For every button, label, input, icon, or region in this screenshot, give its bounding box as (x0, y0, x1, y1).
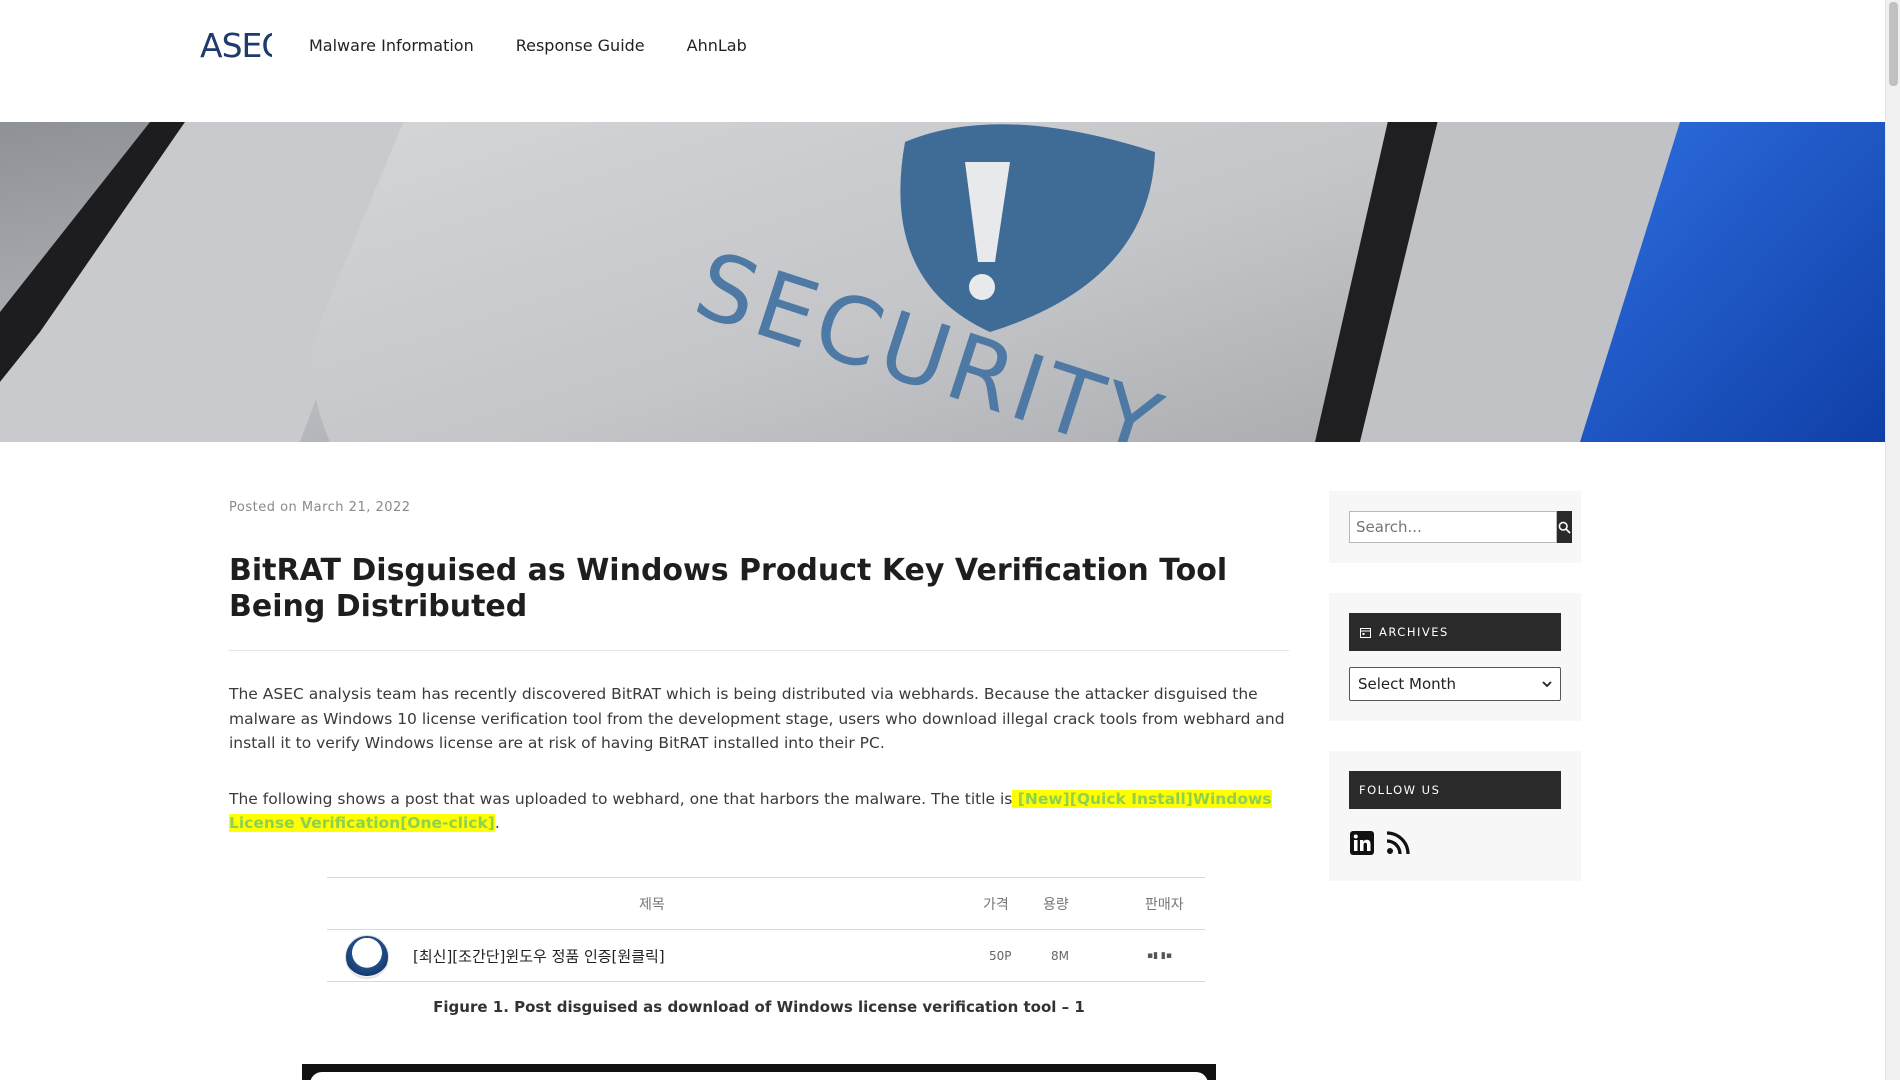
logo-text: ASEC (200, 28, 272, 62)
asec-logo[interactable]: ASEC (200, 28, 272, 62)
figure-1-caption: Figure 1. Post disguised as download of … (433, 998, 1085, 1016)
nav-ahnlab[interactable]: AhnLab (687, 35, 747, 57)
post-meta: Posted on March 21, 2022 (229, 500, 1289, 515)
column-seller: 판매자 (1145, 896, 1184, 913)
nav-malware-information[interactable]: Malware Information (309, 35, 474, 57)
column-size: 용량 (1043, 896, 1069, 913)
scrollbar-thumb[interactable] (1889, 2, 1898, 86)
follow-title: FOLLOW US (1349, 771, 1561, 809)
figure-table-header: 제목 가격 용량 판매자 (327, 878, 1205, 930)
calendar-icon (1360, 627, 1371, 638)
search-form (1349, 511, 1572, 543)
table-row: [최신][조간단]윈도우 정품 인증[원클릭] 50P 8M ▪︎▮ ▮▪︎ (327, 930, 1205, 982)
post-thumbnail (345, 935, 389, 979)
security-key-image: SECURITY (0, 122, 1885, 442)
figure-2-inner (310, 1072, 1208, 1080)
seller-cell: ▪︎▮ ▮▪︎ (1147, 950, 1172, 961)
archives-select[interactable]: Select Month (1349, 667, 1561, 701)
column-title: 제목 (639, 896, 665, 913)
archives-select-value: Select Month (1358, 675, 1457, 693)
rss-icon[interactable] (1385, 830, 1411, 856)
posted-date-link[interactable]: March 21, 2022 (302, 500, 411, 515)
page-scrollbar[interactable] (1885, 0, 1900, 1080)
social-links (1349, 825, 1561, 861)
paragraph-2-suffix: . (494, 814, 500, 832)
price-cell: 50P (989, 948, 1012, 963)
posted-prefix: Posted on (229, 500, 298, 515)
search-widget (1329, 491, 1581, 563)
size-cell: 8M (1051, 948, 1069, 963)
post-title-cell: [최신][조간단]윈도우 정품 인증[원클릭] (413, 947, 665, 965)
site-header: ASEC Malware Information Response Guide … (0, 0, 1885, 122)
archives-widget: ARCHIVES Select Month (1329, 593, 1581, 721)
sidebar: ARCHIVES Select Month FOLLOW US (1329, 491, 1581, 911)
title-divider (229, 650, 1289, 651)
archives-title: ARCHIVES (1349, 613, 1561, 651)
search-button[interactable] (1557, 511, 1572, 543)
article: Posted on March 21, 2022 BitRAT Disguise… (229, 500, 1289, 836)
main-nav: Malware Information Response Guide AhnLa… (309, 35, 789, 57)
chevron-down-icon (1542, 680, 1552, 687)
article-title: BitRAT Disguised as Windows Product Key … (229, 553, 1228, 624)
follow-widget: FOLLOW US (1329, 751, 1581, 881)
hero-banner: SECURITY (0, 122, 1885, 442)
article-paragraph-1: The ASEC analysis team has recently disc… (229, 685, 1285, 752)
search-icon (1558, 521, 1571, 534)
archives-title-text: ARCHIVES (1379, 625, 1449, 639)
column-price: 가격 (983, 896, 1009, 913)
nav-response-guide[interactable]: Response Guide (516, 35, 645, 57)
figure-2-image-top (302, 1064, 1216, 1080)
paragraph-2-text: The following shows a post that was uplo… (229, 789, 1013, 808)
search-input[interactable] (1349, 511, 1557, 543)
linkedin-icon[interactable] (1349, 830, 1375, 856)
figure-1-image: 제목 가격 용량 판매자 [최신][조간단]윈도우 정품 인증[원클릭] 50P… (327, 877, 1205, 982)
article-paragraph-2: The following shows a post that was uplo… (229, 787, 1289, 836)
